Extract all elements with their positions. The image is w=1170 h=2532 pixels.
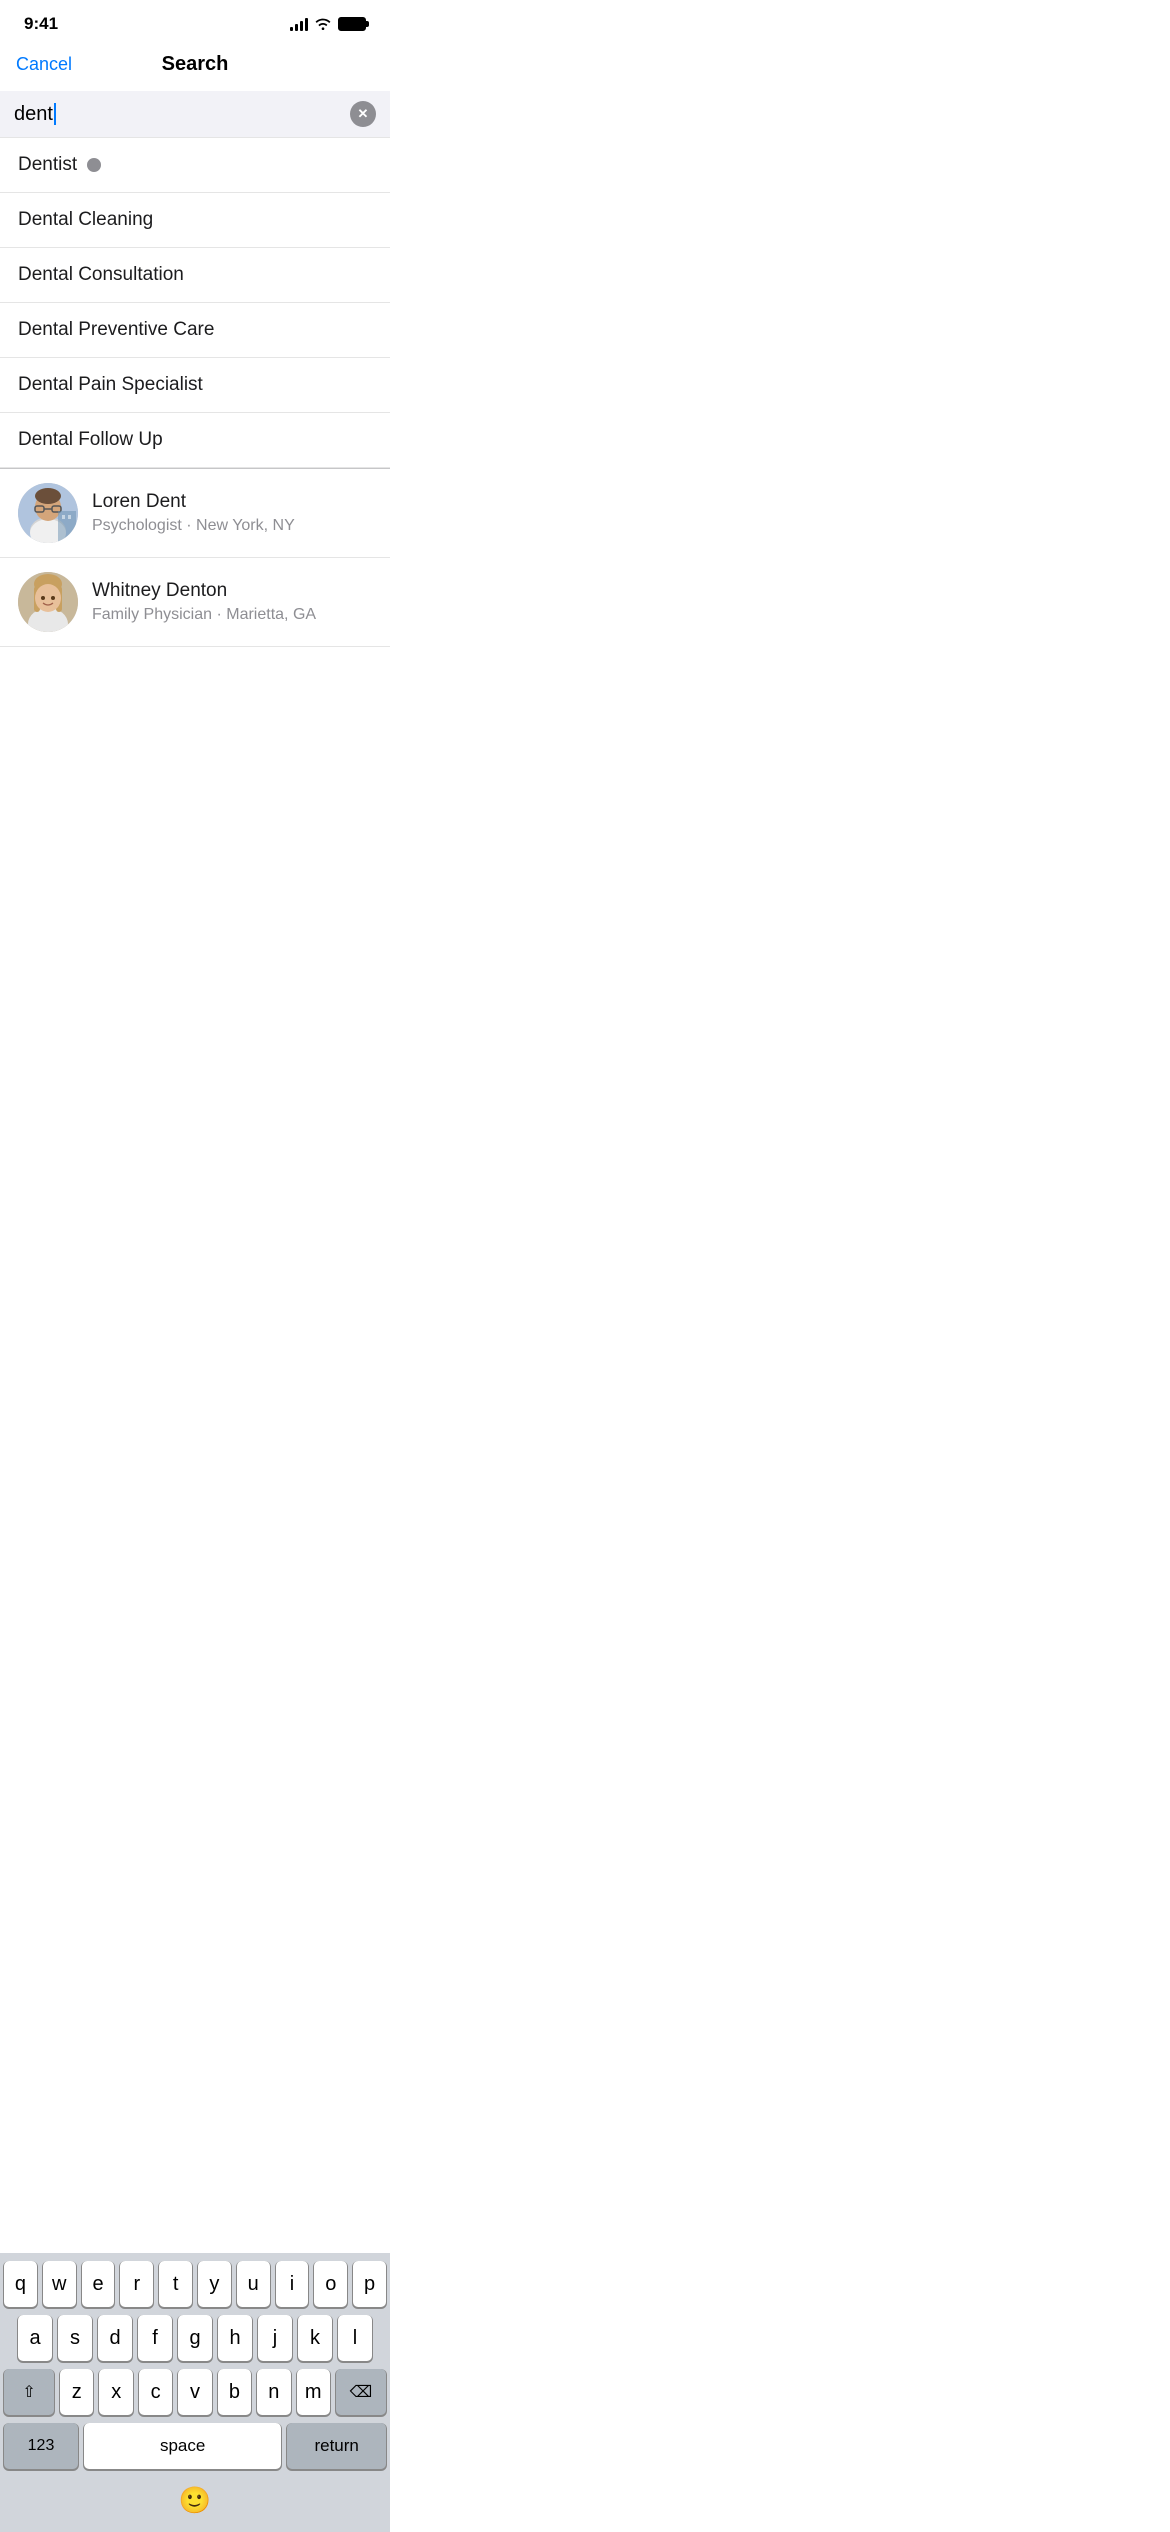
cancel-button[interactable]: Cancel [16, 50, 72, 79]
key-w[interactable]: w [43, 2261, 76, 2307]
dot-indicator [87, 158, 101, 172]
search-input-row[interactable]: dent [0, 91, 390, 137]
search-bar: dent [0, 91, 390, 138]
search-input-value: dent [14, 103, 53, 125]
key-i[interactable]: i [276, 2261, 309, 2307]
list-item[interactable]: Loren Dent Psychologist · New York, NY [0, 469, 390, 558]
emoji-bar: 🙂 [0, 2477, 390, 2532]
key-t[interactable]: t [159, 2261, 192, 2307]
key-return[interactable]: return [287, 2423, 386, 2469]
suggestions-list: Dentist Dental Cleaning Dental Consultat… [0, 138, 390, 468]
provider-specialty: Family Physician · Marietta, GA [92, 606, 316, 624]
provider-name: Whitney Denton [92, 580, 316, 602]
key-x[interactable]: x [99, 2369, 132, 2415]
list-item[interactable]: Whitney Denton Family Physician · Mariet… [0, 558, 390, 647]
page-title: Search [162, 53, 229, 76]
battery-icon [338, 17, 366, 31]
key-shift[interactable]: ⇧ [4, 2369, 54, 2415]
key-g[interactable]: g [178, 2315, 212, 2361]
nav-header: Cancel Search [0, 42, 390, 91]
key-e[interactable]: e [82, 2261, 115, 2307]
keyboard-row-2: a s d f g h j k l [0, 2315, 390, 2361]
key-y[interactable]: y [198, 2261, 231, 2307]
avatar [18, 483, 78, 543]
providers-list: Loren Dent Psychologist · New York, NY [0, 469, 390, 647]
suggestion-text: Dental Consultation [18, 264, 184, 286]
key-j[interactable]: j [258, 2315, 292, 2361]
emoji-button[interactable]: 🙂 [179, 2485, 211, 2516]
provider-info: Whitney Denton Family Physician · Mariet… [92, 580, 316, 624]
key-p[interactable]: p [353, 2261, 386, 2307]
avatar [18, 572, 78, 632]
list-item[interactable]: Dental Follow Up [0, 413, 390, 468]
key-space[interactable]: space [84, 2423, 281, 2469]
key-s[interactable]: s [58, 2315, 92, 2361]
key-f[interactable]: f [138, 2315, 172, 2361]
key-k[interactable]: k [298, 2315, 332, 2361]
key-z[interactable]: z [60, 2369, 93, 2415]
search-input[interactable]: dent [14, 103, 350, 126]
signal-icon [290, 17, 308, 31]
key-delete[interactable]: ⌫ [336, 2369, 386, 2415]
list-item[interactable]: Dental Pain Specialist [0, 358, 390, 413]
clear-button[interactable] [350, 101, 376, 127]
provider-info: Loren Dent Psychologist · New York, NY [92, 491, 295, 535]
status-bar: 9:41 [0, 0, 390, 42]
key-b[interactable]: b [218, 2369, 251, 2415]
key-v[interactable]: v [178, 2369, 211, 2415]
key-q[interactable]: q [4, 2261, 37, 2307]
keyboard-row-3: ⇧ z x c v b n m ⌫ [0, 2369, 390, 2415]
suggestion-text: Dental Follow Up [18, 429, 163, 451]
key-r[interactable]: r [120, 2261, 153, 2307]
keyboard: q w e r t y u i o p a s d f g h j k l ⇧ … [0, 2253, 390, 2532]
provider-name: Loren Dent [92, 491, 295, 513]
key-d[interactable]: d [98, 2315, 132, 2361]
key-m[interactable]: m [297, 2369, 330, 2415]
list-item[interactable]: Dental Preventive Care [0, 303, 390, 358]
list-item[interactable]: Dental Consultation [0, 248, 390, 303]
suggestion-text: Dentist [18, 154, 77, 176]
key-h[interactable]: h [218, 2315, 252, 2361]
keyboard-row-4: 123 space return [0, 2423, 390, 2469]
key-u[interactable]: u [237, 2261, 270, 2307]
wifi-icon [314, 16, 332, 33]
suggestion-text: Dental Pain Specialist [18, 374, 203, 396]
suggestion-text: Dental Preventive Care [18, 319, 214, 341]
keyboard-row-1: q w e r t y u i o p [0, 2261, 390, 2307]
key-o[interactable]: o [314, 2261, 347, 2307]
key-c[interactable]: c [139, 2369, 172, 2415]
key-123[interactable]: 123 [4, 2423, 78, 2469]
status-icons [290, 16, 366, 33]
status-time: 9:41 [24, 14, 58, 34]
key-l[interactable]: l [338, 2315, 372, 2361]
text-cursor [54, 103, 56, 125]
provider-specialty: Psychologist · New York, NY [92, 517, 295, 535]
list-item[interactable]: Dentist [0, 138, 390, 193]
suggestion-text: Dental Cleaning [18, 209, 153, 231]
key-n[interactable]: n [257, 2369, 290, 2415]
key-a[interactable]: a [18, 2315, 52, 2361]
list-item[interactable]: Dental Cleaning [0, 193, 390, 248]
